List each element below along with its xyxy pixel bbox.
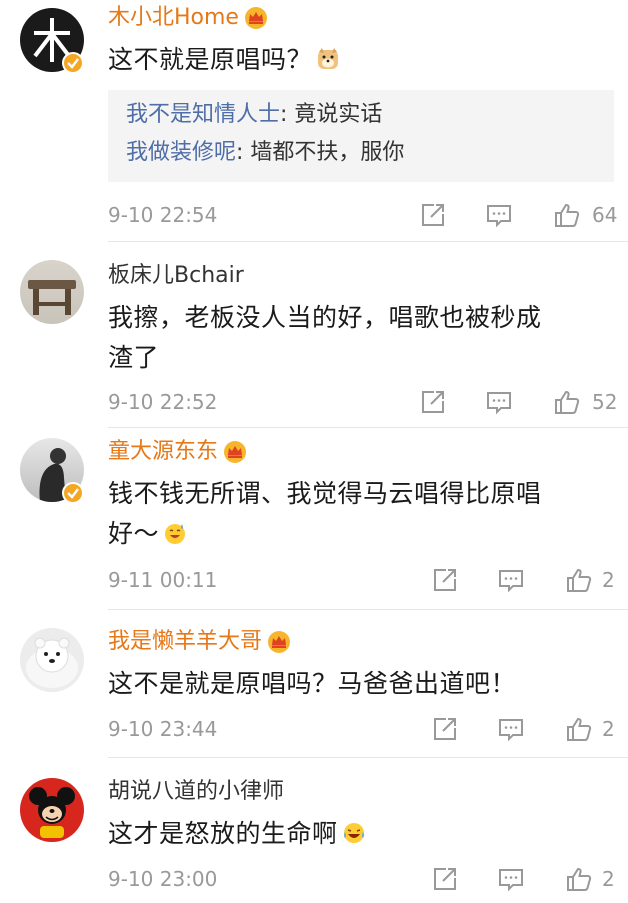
thumbs-up-icon (555, 203, 580, 227)
timestamp: 9-11 00:11 (108, 568, 218, 592)
like-button[interactable] (554, 389, 580, 415)
share-icon (422, 391, 444, 413)
vip-crown-icon (268, 631, 291, 653)
share-button[interactable] (420, 202, 446, 228)
username[interactable]: 木小北Home (108, 4, 269, 32)
comment-text-content: 这才是怒放的生命啊 (108, 819, 338, 848)
avatar-polar-bear-icon (26, 637, 78, 688)
username[interactable]: 胡说八道的小律师 (108, 778, 284, 806)
reply-item[interactable]: 我做装修呢: 墙都不扶，服你 (126, 134, 596, 172)
username-text[interactable]: 我是懒羊羊大哥 (108, 628, 262, 656)
username[interactable]: 童大源东东 (108, 438, 248, 466)
avatar[interactable] (20, 778, 84, 842)
timestamp: 9-10 22:54 (108, 203, 218, 227)
comment-text-line: 好～ (108, 519, 160, 548)
comment-meta: 9-10 22:54 64 (108, 200, 618, 230)
share-button[interactable] (432, 866, 458, 892)
share-icon (434, 718, 456, 740)
timestamp: 9-10 23:00 (108, 867, 218, 891)
comment-text-line: 渣了 (108, 343, 160, 372)
reply-button[interactable] (486, 202, 512, 228)
like-count: 52 (592, 390, 618, 414)
comment-meta: 9-11 00:11 2 (108, 565, 618, 595)
like-count: 2 (602, 717, 615, 741)
share-button[interactable] (420, 389, 446, 415)
comment-item: 木小北Home 这不就是原唱吗？ 我不是知情人士: 竟说实话 我做装修呢: 墙都… (0, 0, 628, 242)
username-text[interactable]: 胡说八道的小律师 (108, 778, 284, 806)
like-count: 2 (602, 568, 615, 592)
vip-crown-icon (224, 441, 247, 463)
reply-username[interactable]: 我做装修呢 (126, 140, 236, 165)
comment-text: 这才是怒放的生命啊 (108, 814, 608, 854)
comment-text: 这不就是原唱吗？ (108, 40, 608, 80)
username[interactable]: 板床儿Bchair (108, 262, 244, 290)
comment-text-line: 我擦，老板没人当的好，唱歌也被秒成 (108, 303, 542, 332)
vip-crown-icon (244, 7, 267, 29)
comment-item: 胡说八道的小律师 这才是怒放的生命啊 9-10 23:00 2 (0, 758, 628, 903)
reply-text: : 墙都不扶，服你 (236, 140, 405, 165)
avatar-stool-icon (28, 280, 76, 315)
comment-icon (487, 205, 511, 228)
verified-badge-icon (62, 52, 84, 74)
comment-text-content: 这不就是原唱吗？ (108, 45, 313, 74)
avatar[interactable] (20, 260, 84, 324)
like-button[interactable] (554, 202, 580, 228)
comment-icon (499, 570, 523, 593)
comment-item: 板床儿Bchair 我擦，老板没人当的好，唱歌也被秒成 渣了 9-10 22:5… (0, 242, 628, 428)
comment-text: 钱不钱无所谓、我觉得马云唱得比原唱 好～ (108, 474, 608, 554)
comment-item: 我是懒羊羊大哥 这不是就是原唱吗？马爸爸出道吧！ 9-10 23:44 2 (0, 610, 628, 758)
timestamp: 9-10 22:52 (108, 390, 218, 414)
thumbs-up-icon (567, 717, 592, 741)
verified-badge-icon (62, 482, 84, 504)
comment-text: 我擦，老板没人当的好，唱歌也被秒成 渣了 (108, 298, 608, 378)
comment-icon (487, 392, 511, 415)
like-count: 2 (602, 867, 615, 891)
share-button[interactable] (432, 567, 458, 593)
reply-button[interactable] (486, 389, 512, 415)
username-text[interactable]: 童大源东东 (108, 438, 218, 466)
laugh-cry-emoji-icon (343, 823, 364, 843)
reply-username[interactable]: 我不是知情人士 (126, 102, 280, 127)
avatar[interactable] (20, 628, 84, 692)
username-text[interactable]: 木小北Home (108, 4, 239, 32)
comment-meta: 9-10 23:44 2 (108, 714, 618, 744)
reply-text: : 竟说实话 (280, 102, 383, 127)
comment-meta: 9-10 22:52 52 (108, 387, 618, 417)
reply-box[interactable]: 我不是知情人士: 竟说实话 我做装修呢: 墙都不扶，服你 (108, 90, 614, 182)
comment-item: 童大源东东 钱不钱无所谓、我觉得马云唱得比原唱 好～ 9-11 00:11 2 (0, 428, 628, 610)
username-text[interactable]: 板床儿Bchair (108, 262, 244, 290)
thumbs-up-icon (555, 390, 580, 414)
comment-meta: 9-10 23:00 2 (108, 864, 618, 894)
comment-icon (499, 719, 523, 742)
share-icon (422, 204, 444, 226)
reply-item[interactable]: 我不是知情人士: 竟说实话 (126, 96, 596, 134)
share-button[interactable] (432, 716, 458, 742)
share-icon (434, 569, 456, 591)
username[interactable]: 我是懒羊羊大哥 (108, 628, 292, 656)
doge-emoji-icon (318, 48, 339, 69)
reply-button[interactable] (498, 716, 524, 742)
comment-text-line: 钱不钱无所谓、我觉得马云唱得比原唱 (108, 479, 542, 508)
like-button[interactable] (566, 716, 592, 742)
comment-icon (499, 869, 523, 892)
thumbs-up-icon (567, 568, 592, 592)
sweat-smile-emoji-icon (165, 524, 186, 544)
share-icon (434, 868, 456, 890)
comment-text-content: 这不是就是原唱吗？马爸爸出道吧！ (108, 669, 517, 698)
comment-text: 这不是就是原唱吗？马爸爸出道吧！ (108, 664, 608, 704)
like-button[interactable] (566, 567, 592, 593)
avatar-mickey-icon (29, 787, 75, 838)
thumbs-up-icon (567, 867, 592, 891)
timestamp: 9-10 23:44 (108, 717, 218, 741)
reply-button[interactable] (498, 567, 524, 593)
like-count: 64 (592, 203, 618, 227)
like-button[interactable] (566, 866, 592, 892)
reply-button[interactable] (498, 866, 524, 892)
